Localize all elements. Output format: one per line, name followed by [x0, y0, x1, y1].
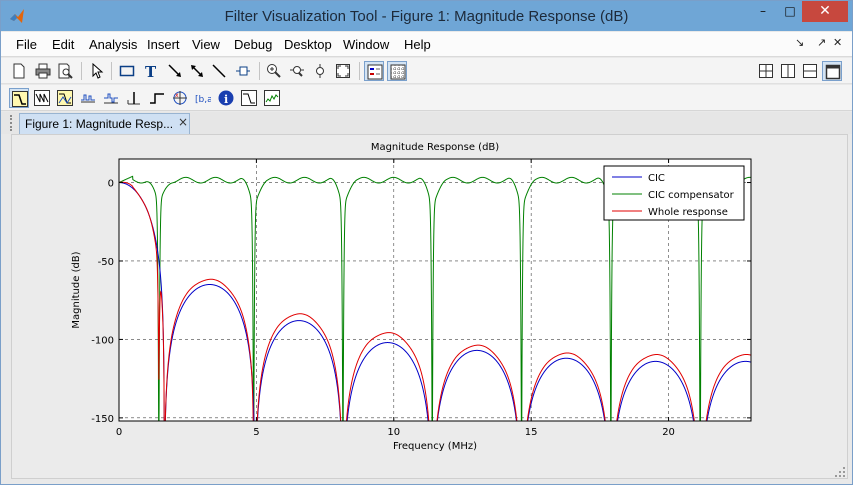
- magnitude-phase-icon[interactable]: [55, 88, 75, 108]
- close-figure-icon[interactable]: ✕: [833, 36, 842, 49]
- menu-bar: File Edit Analysis Insert View Debug Des…: [1, 32, 852, 57]
- y-tick-label: -150: [91, 414, 114, 425]
- legend-icon[interactable]: [364, 61, 384, 81]
- chart-title: Magnitude Response (dB): [371, 142, 499, 153]
- print-preview-icon[interactable]: [55, 61, 75, 81]
- magnitude-estimate-icon[interactable]: [239, 88, 259, 108]
- magnitude-response-chart[interactable]: Magnitude Response (dB) 0 5 10 15 20 0 -50 -100 -…: [12, 135, 847, 478]
- group-delay-icon[interactable]: [78, 88, 98, 108]
- tile-horizontal-icon[interactable]: [800, 61, 820, 81]
- figure-toolbar: T: [1, 58, 852, 84]
- app-window: Filter Visualization Tool - Figure 1: Ma…: [0, 0, 853, 485]
- y-axis-label: Magnitude (dB): [71, 251, 82, 328]
- line-icon[interactable]: [209, 61, 229, 81]
- svg-text:T: T: [145, 63, 157, 79]
- zoom-x-icon[interactable]: [287, 61, 307, 81]
- toolbar-separator: [111, 62, 112, 80]
- resize-grip-icon[interactable]: [833, 465, 847, 479]
- menu-view[interactable]: View: [192, 37, 220, 52]
- x-tick-label: 5: [253, 427, 259, 438]
- menu-help[interactable]: Help: [404, 37, 431, 52]
- x-tick-label: 15: [525, 427, 538, 438]
- pin-icon[interactable]: [233, 61, 253, 81]
- double-arrow-icon[interactable]: [187, 61, 207, 81]
- dock-arrow-icon[interactable]: ↗: [817, 36, 826, 49]
- analysis-toolbar: x [b,a] i: [1, 85, 852, 111]
- drag-grip[interactable]: [10, 115, 14, 131]
- legend-entry: CIC compensator: [648, 190, 735, 201]
- noise-power-icon[interactable]: [262, 88, 282, 108]
- tile-vertical-icon[interactable]: [778, 61, 798, 81]
- close-button[interactable]: ✕: [802, 1, 848, 22]
- y-tick-label: -100: [91, 335, 114, 346]
- y-tick-label: -50: [98, 257, 114, 268]
- menu-analysis[interactable]: Analysis: [89, 37, 137, 52]
- menu-insert[interactable]: Insert: [147, 37, 180, 52]
- phase-delay-icon[interactable]: [101, 88, 121, 108]
- coefficients-icon[interactable]: [b,a]: [193, 88, 213, 108]
- impulse-response-icon[interactable]: [124, 88, 144, 108]
- x-tick-label: 10: [387, 427, 400, 438]
- zoom-y-icon[interactable]: [310, 61, 330, 81]
- info-icon[interactable]: i: [216, 88, 236, 108]
- rectangle-icon[interactable]: [117, 61, 137, 81]
- undock-arrow-icon[interactable]: ↘: [795, 36, 804, 49]
- tab-label: Figure 1: Magnitude Resp...: [25, 117, 174, 131]
- x-axis-label: Frequency (MHz): [393, 441, 477, 452]
- text-icon[interactable]: T: [141, 61, 161, 81]
- figure-tab-strip: Figure 1: Magnitude Resp... ×: [1, 112, 852, 134]
- menu-desktop[interactable]: Desktop: [284, 37, 332, 52]
- maximize-button[interactable]: □: [777, 1, 803, 22]
- pole-zero-icon[interactable]: x: [170, 88, 190, 108]
- grid-icon[interactable]: [387, 61, 407, 81]
- new-icon[interactable]: [9, 61, 29, 81]
- svg-text:x: x: [175, 92, 179, 99]
- toolbar-separator: [359, 62, 360, 80]
- legend-entry: Whole response: [648, 207, 728, 218]
- tab-figure-1[interactable]: Figure 1: Magnitude Resp... ×: [19, 113, 190, 134]
- legend-entry: CIC: [648, 173, 665, 184]
- pointer-icon[interactable]: [87, 61, 107, 81]
- full-view-icon[interactable]: [333, 61, 353, 81]
- title-bar[interactable]: Filter Visualization Tool - Figure 1: Ma…: [1, 1, 852, 31]
- window-title: Filter Visualization Tool - Figure 1: Ma…: [224, 8, 629, 25]
- tile-grid-icon[interactable]: [756, 61, 776, 81]
- menu-window[interactable]: Window: [343, 37, 389, 52]
- menu-edit[interactable]: Edit: [52, 37, 74, 52]
- toolbar-separator: [259, 62, 260, 80]
- phase-response-icon[interactable]: [32, 88, 52, 108]
- y-tick-label: 0: [108, 179, 114, 190]
- magnitude-response-icon[interactable]: [9, 88, 29, 108]
- print-icon[interactable]: [33, 61, 53, 81]
- zoom-in-icon[interactable]: [264, 61, 284, 81]
- arrow-icon[interactable]: [165, 61, 185, 81]
- menu-file[interactable]: File: [16, 37, 37, 52]
- tab-close-icon[interactable]: ×: [178, 115, 188, 129]
- minimize-button[interactable]: –: [750, 1, 776, 22]
- svg-text:i: i: [224, 93, 228, 106]
- maximize-pane-icon[interactable]: [822, 61, 842, 81]
- step-response-icon[interactable]: [147, 88, 167, 108]
- legend: CIC CIC compensator Whole response: [603, 165, 745, 221]
- menu-debug[interactable]: Debug: [234, 37, 272, 52]
- x-tick-label: 0: [116, 427, 122, 438]
- svg-text:[b,a]: [b,a]: [195, 95, 211, 105]
- plot-panel: Magnitude Response (dB) 0 5 10 15 20 0 -50 -100 -…: [11, 134, 848, 479]
- toolbar-separator: [81, 62, 82, 80]
- x-tick-label: 20: [662, 427, 675, 438]
